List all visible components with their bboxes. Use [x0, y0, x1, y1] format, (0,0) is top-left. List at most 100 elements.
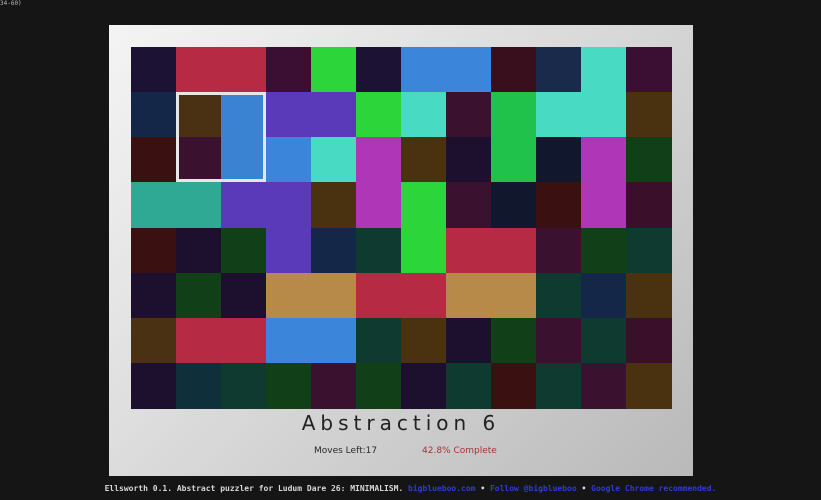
- board-tile[interactable]: [266, 182, 312, 228]
- board-tile[interactable]: [221, 182, 267, 228]
- board-tile[interactable]: [491, 182, 537, 228]
- board-tile[interactable]: [356, 317, 402, 364]
- board-tile[interactable]: [401, 227, 447, 274]
- board-tile[interactable]: [581, 182, 627, 228]
- board-tile[interactable]: [221, 272, 267, 319]
- board-tile[interactable]: [221, 227, 267, 274]
- board-tile[interactable]: [581, 362, 627, 409]
- board-tile[interactable]: [221, 317, 267, 364]
- board-tile[interactable]: [536, 137, 582, 183]
- board-tile[interactable]: [221, 47, 267, 93]
- selection-cursor[interactable]: [176, 92, 266, 183]
- footer-description: Ellsworth 0.1. Abstract puzzler for Ludu…: [104, 484, 404, 493]
- board-tile[interactable]: [311, 92, 357, 138]
- board-tile[interactable]: [401, 47, 447, 93]
- board-tile[interactable]: [491, 317, 537, 364]
- board-tile[interactable]: [401, 362, 447, 409]
- board-tile[interactable]: [356, 227, 402, 274]
- board-tile[interactable]: [401, 182, 447, 228]
- board-tile[interactable]: [131, 362, 177, 409]
- board-tile[interactable]: [356, 47, 402, 93]
- board-tile[interactable]: [581, 137, 627, 183]
- board-tile[interactable]: [536, 227, 582, 274]
- board-tile[interactable]: [536, 362, 582, 409]
- board-tile[interactable]: [356, 137, 402, 183]
- board-tile[interactable]: [356, 182, 402, 228]
- site-link[interactable]: bigblueboo.com: [408, 484, 475, 493]
- board-tile[interactable]: [311, 272, 357, 319]
- board-tile[interactable]: [536, 272, 582, 319]
- board-tile[interactable]: [356, 362, 402, 409]
- board-tile[interactable]: [581, 47, 627, 93]
- board-tile[interactable]: [536, 47, 582, 93]
- board-tile[interactable]: [311, 227, 357, 274]
- board-tile[interactable]: [131, 92, 177, 138]
- board-tile[interactable]: [581, 272, 627, 319]
- board-tile[interactable]: [131, 47, 177, 93]
- board-tile[interactable]: [626, 317, 672, 364]
- board-tile[interactable]: [446, 137, 492, 183]
- board-tile[interactable]: [176, 182, 222, 228]
- board-tile[interactable]: [266, 92, 312, 138]
- board-tile[interactable]: [536, 92, 582, 138]
- board-tile[interactable]: [446, 92, 492, 138]
- board-tile[interactable]: [446, 362, 492, 409]
- board-tile[interactable]: [536, 317, 582, 364]
- separator: •: [581, 484, 587, 493]
- board-tile[interactable]: [176, 362, 222, 409]
- board-tile[interactable]: [176, 227, 222, 274]
- board-tile[interactable]: [626, 47, 672, 93]
- board-tile[interactable]: [536, 182, 582, 228]
- board-tile[interactable]: [131, 272, 177, 319]
- board-tile[interactable]: [266, 362, 312, 409]
- board-tile[interactable]: [581, 227, 627, 274]
- board-tile[interactable]: [131, 137, 177, 183]
- board-tile[interactable]: [311, 47, 357, 93]
- board-tile[interactable]: [491, 227, 537, 274]
- board-tile[interactable]: [221, 362, 267, 409]
- board-tile[interactable]: [626, 362, 672, 409]
- board-tile[interactable]: [491, 362, 537, 409]
- board-tile[interactable]: [401, 137, 447, 183]
- board-tile[interactable]: [446, 47, 492, 93]
- board-tile[interactable]: [176, 272, 222, 319]
- board-tile[interactable]: [491, 92, 537, 138]
- board-tile[interactable]: [626, 272, 672, 319]
- board-tile[interactable]: [176, 317, 222, 364]
- board-tile[interactable]: [446, 182, 492, 228]
- board-tile[interactable]: [626, 92, 672, 138]
- board-tile[interactable]: [626, 182, 672, 228]
- puzzle-board[interactable]: [131, 47, 672, 409]
- board-tile[interactable]: [401, 272, 447, 319]
- follow-link[interactable]: Follow @bigblueboo: [490, 484, 577, 493]
- board-tile[interactable]: [446, 272, 492, 319]
- board-tile[interactable]: [266, 137, 312, 183]
- board-tile[interactable]: [131, 182, 177, 228]
- board-tile[interactable]: [446, 317, 492, 364]
- board-tile[interactable]: [491, 137, 537, 183]
- board-tile[interactable]: [176, 47, 222, 93]
- board-tile[interactable]: [311, 317, 357, 364]
- board-tile[interactable]: [491, 272, 537, 319]
- board-tile[interactable]: [266, 317, 312, 364]
- board-tile[interactable]: [311, 182, 357, 228]
- board-tile[interactable]: [311, 137, 357, 183]
- board-tile[interactable]: [446, 227, 492, 274]
- board-tile[interactable]: [311, 362, 357, 409]
- board-tile[interactable]: [401, 317, 447, 364]
- board-tile[interactable]: [581, 317, 627, 364]
- board-tile[interactable]: [356, 272, 402, 319]
- board-tile[interactable]: [401, 92, 447, 138]
- board-tile[interactable]: [266, 227, 312, 274]
- board-tile[interactable]: [581, 92, 627, 138]
- board-tile[interactable]: [356, 92, 402, 138]
- corner-tag: 34-60): [0, 0, 22, 7]
- board-tile[interactable]: [626, 227, 672, 274]
- board-tile[interactable]: [626, 137, 672, 183]
- board-tile[interactable]: [266, 47, 312, 93]
- board-tile[interactable]: [131, 227, 177, 274]
- board-tile[interactable]: [266, 272, 312, 319]
- game-panel: Abstraction 6 Moves Left:17 42.8% Comple…: [109, 25, 693, 476]
- board-tile[interactable]: [491, 47, 537, 93]
- board-tile[interactable]: [131, 317, 177, 364]
